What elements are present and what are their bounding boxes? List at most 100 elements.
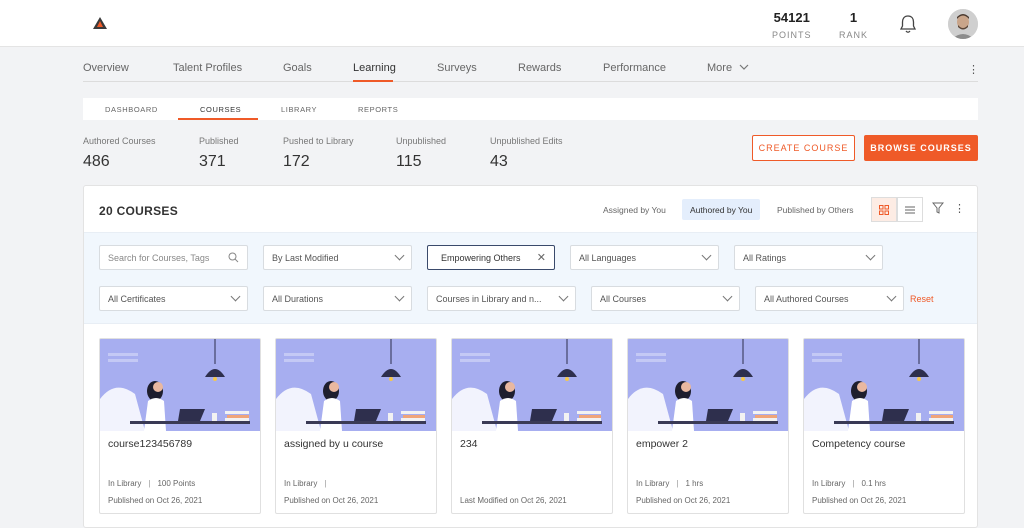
divider: | [852, 479, 855, 488]
search-icon [228, 252, 239, 263]
more-options-icon[interactable]: ⋮ [968, 63, 979, 76]
chevron-down-icon [865, 250, 876, 261]
avatar[interactable] [948, 9, 978, 39]
course-title: assigned by u course [284, 438, 384, 450]
course-card[interactable]: empower 2 In Library | 1 hrs Published on … [627, 338, 789, 514]
course-date: Published on Oct 26, 2021 [812, 496, 907, 505]
courses-panel: 20 COURSES Assigned by You Authored by Y… [83, 185, 978, 528]
tab-dashboard[interactable]: DASHBOARD [105, 105, 158, 114]
course-meta: In Library | 100 Points [108, 479, 195, 488]
course-meta: In Library | 1 hrs [636, 479, 703, 488]
filter-icon[interactable] [932, 202, 944, 214]
nav-goals[interactable]: Goals [283, 62, 312, 74]
grid-icon [879, 204, 889, 215]
stat-unpublished-edits: Unpublished Edits 43 [490, 136, 563, 171]
close-icon[interactable]: ✕ [537, 251, 546, 264]
list-view-button[interactable] [897, 197, 923, 222]
nav-learning[interactable]: Learning [353, 62, 396, 74]
courses-select[interactable]: All Courses [591, 286, 740, 311]
nav-talent-profiles[interactable]: Talent Profiles [173, 62, 242, 74]
nav-more[interactable]: More [707, 62, 749, 74]
library-status: In Library [636, 479, 670, 488]
divider: | [676, 479, 679, 488]
chevron-down-icon [394, 291, 405, 302]
course-card[interactable]: assigned by u course In Library | Publish… [275, 338, 437, 514]
library-value: Courses in Library and n... [436, 293, 542, 304]
course-title: 234 [460, 438, 478, 450]
durations-select[interactable]: All Durations [263, 286, 412, 311]
reset-link[interactable]: Reset [910, 294, 934, 304]
create-course-button[interactable]: CREATE COURSE [752, 135, 855, 161]
panel-more-icon[interactable]: ⋮ [954, 202, 965, 215]
courses-value: All Courses [600, 293, 647, 304]
nav-surveys[interactable]: Surveys [437, 62, 477, 74]
durations-value: All Durations [272, 293, 324, 304]
sort-select[interactable]: By Last Modified [263, 245, 412, 270]
browse-courses-button[interactable]: BROWSE COURSES [864, 135, 978, 161]
course-card[interactable]: course123456789 In Library | 100 Points Pu… [99, 338, 261, 514]
course-date: Published on Oct 26, 2021 [108, 496, 203, 505]
ratings-value: All Ratings [743, 252, 787, 263]
tag-filter-value: Empowering Others [441, 252, 521, 263]
nav-more-label: More [707, 62, 733, 74]
filter-tab-published-by-others[interactable]: Published by Others [769, 199, 862, 220]
filter-tab-authored-by-you[interactable]: Authored by You [682, 199, 761, 220]
tab-library[interactable]: LIBRARY [281, 105, 317, 114]
search-input[interactable]: Search for Courses, Tags [99, 245, 248, 270]
library-select[interactable]: Courses in Library and n... [427, 286, 576, 311]
course-date: Published on Oct 26, 2021 [284, 496, 379, 505]
tab-courses[interactable]: COURSES [200, 105, 241, 114]
points-stat: 54121 POINTS [772, 10, 812, 40]
course-thumbnail [804, 339, 964, 431]
chevron-down-icon [722, 291, 733, 302]
course-card[interactable]: 234 Last Modified on Oct 26, 2021 [451, 338, 613, 514]
bell-icon[interactable] [897, 13, 919, 35]
divider: | [324, 479, 327, 488]
course-date: Last Modified on Oct 26, 2021 [460, 496, 567, 505]
language-select[interactable]: All Languages [570, 245, 719, 270]
course-title: Competency course [812, 438, 906, 450]
nav-performance[interactable]: Performance [603, 62, 666, 74]
stat-published: Published 371 [199, 136, 239, 171]
stat-value: 115 [396, 153, 422, 170]
grid-view-button[interactable] [871, 197, 897, 222]
main-nav: Overview Talent Profiles Goals Learning … [83, 48, 979, 82]
library-status: In Library [812, 479, 846, 488]
course-card[interactable]: Competency course In Library | 0.1 hrs Pub… [803, 338, 965, 514]
chevron-down-icon [886, 291, 897, 302]
course-thumbnail [628, 339, 788, 431]
points-value: 54121 [773, 10, 810, 25]
stat-pushed-to-library: Pushed to Library 172 [283, 136, 354, 171]
nav-active-underline [353, 80, 393, 82]
nav-rewards[interactable]: Rewards [518, 62, 561, 74]
library-status: In Library [284, 479, 318, 488]
chevron-down-icon [558, 291, 569, 302]
stat-authored-courses: Authored Courses 486 [83, 136, 156, 171]
chevron-down-icon [230, 291, 241, 302]
course-extra: 1 hrs [685, 479, 704, 488]
stat-label: Unpublished [396, 136, 447, 146]
tab-reports[interactable]: REPORTS [358, 105, 398, 114]
tab-active-underline [178, 118, 258, 120]
ratings-select[interactable]: All Ratings [734, 245, 883, 270]
stat-label: Pushed to Library [283, 136, 354, 146]
search-placeholder: Search for Courses, Tags [108, 252, 210, 263]
certificates-select[interactable]: All Certificates [99, 286, 248, 311]
course-extra: 100 Points [157, 479, 196, 488]
stat-value: 371 [199, 153, 226, 170]
nav-overview[interactable]: Overview [83, 62, 129, 74]
course-date: Published on Oct 26, 2021 [636, 496, 731, 505]
course-extra: 0.1 hrs [861, 479, 886, 488]
logo-icon[interactable] [93, 17, 107, 29]
stat-value: 172 [283, 153, 310, 170]
filter-tab-assigned-by-you[interactable]: Assigned by You [595, 199, 674, 220]
points-label: POINTS [772, 30, 812, 40]
stat-value: 486 [83, 153, 110, 170]
tag-filter-chip[interactable]: Empowering Others ✕ [427, 245, 555, 270]
avatar-image [948, 9, 978, 39]
certificates-value: All Certificates [108, 293, 166, 304]
courses-count-title: 20 COURSES [99, 204, 179, 218]
authored-select[interactable]: All Authored Courses [755, 286, 904, 311]
sort-value: By Last Modified [272, 252, 339, 263]
chevron-down-icon [739, 64, 749, 70]
